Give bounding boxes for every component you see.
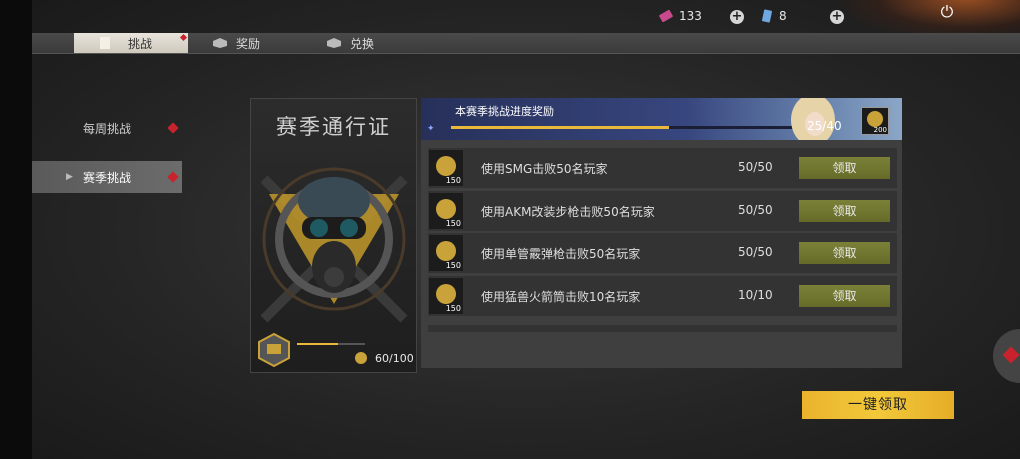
reward-coin-icon: 150 bbox=[429, 235, 463, 271]
list-item: 150 使用AKM改装步枪击败50名玩家 50/50 领取 bbox=[428, 190, 897, 231]
challenge-progress: 10/10 bbox=[738, 287, 773, 302]
banner-reward-badge[interactable]: 200 bbox=[861, 107, 889, 135]
claim-all-button[interactable]: 一键领取 bbox=[802, 391, 954, 419]
banner-progress-text: 25/40 bbox=[807, 119, 842, 133]
currency-ticket-value: 133 bbox=[679, 9, 702, 23]
game-screen: 133 + 8 + ⏻ 挑战 奖励 兑换 每周挑战 ▶ 赛季挑战 赛季通行证 6… bbox=[32, 0, 1020, 459]
tab-exchange[interactable]: 兑换 bbox=[326, 33, 426, 53]
coin-icon bbox=[436, 156, 456, 176]
reward-coin-icon: 150 bbox=[429, 150, 463, 186]
coin-icon bbox=[355, 352, 367, 364]
reward-coin-icon: 150 bbox=[429, 192, 463, 229]
banner-progress-fill bbox=[451, 126, 669, 129]
coin-icon bbox=[436, 283, 456, 304]
reward-coin-icon: 150 bbox=[429, 277, 463, 314]
season-pass-title: 赛季通行证 bbox=[276, 115, 391, 139]
season-pass-progress-fill bbox=[297, 343, 338, 345]
tab-challenge[interactable]: 挑战 bbox=[74, 33, 188, 53]
tab-badge bbox=[179, 33, 188, 42]
tab-challenge-label: 挑战 bbox=[128, 36, 153, 51]
sparkle-icon: ✦ bbox=[427, 124, 435, 134]
card-icon bbox=[762, 9, 772, 23]
claim-button[interactable]: 领取 bbox=[799, 157, 890, 179]
season-progress-banner: ✦ 本赛季挑战进度奖励 25/40 200 bbox=[421, 98, 902, 140]
claim-button[interactable]: 领取 bbox=[799, 284, 890, 307]
coin-icon bbox=[436, 241, 456, 261]
exchange-icon bbox=[327, 38, 341, 48]
list-item: 150 使用SMG击败50名玩家 50/50 领取 bbox=[428, 148, 897, 188]
reward-icon bbox=[213, 38, 227, 48]
currency-card: 8 bbox=[761, 9, 787, 23]
season-pass-card[interactable]: 赛季通行证 60/100 bbox=[250, 98, 417, 373]
challenge-panel: ✦ 本赛季挑战进度奖励 25/40 200 150 使用SMG击败50名玩家 50/… bbox=[421, 98, 902, 368]
ticket-icon bbox=[659, 9, 673, 23]
tab-reward[interactable]: 奖励 bbox=[212, 33, 312, 53]
claim-button[interactable]: 领取 bbox=[799, 199, 890, 222]
season-pass-progress-bar bbox=[297, 343, 365, 345]
gasmask-emblem-image bbox=[260, 167, 408, 323]
list-item: 150 使用单管霰弹枪击败50名玩家 50/50 领取 bbox=[428, 233, 897, 273]
coin-icon bbox=[867, 111, 883, 127]
banner-reward-count: 200 bbox=[873, 126, 887, 134]
challenge-progress: 50/50 bbox=[738, 245, 773, 259]
season-pass-progress-text: 60/100 bbox=[375, 352, 414, 365]
power-icon[interactable]: ⏻ bbox=[938, 2, 956, 21]
sidebar-item-label: 每周挑战 bbox=[82, 121, 131, 136]
add-card-button[interactable]: + bbox=[830, 10, 844, 24]
challenge-progress: 50/50 bbox=[738, 160, 773, 174]
challenge-label: 使用猛兽火箭筒击败10名玩家 bbox=[481, 289, 641, 304]
battle-icon bbox=[100, 37, 110, 49]
challenge-label: 使用SMG击败50名玩家 bbox=[481, 162, 608, 176]
top-bar: 133 + 8 + ⏻ bbox=[32, 0, 1020, 34]
list-item: 150 使用猛兽火箭筒击败10名玩家 10/10 领取 bbox=[428, 275, 897, 316]
add-ticket-button[interactable]: + bbox=[730, 10, 744, 24]
reward-amount: 150 bbox=[445, 303, 461, 313]
list-item-partial bbox=[428, 325, 897, 332]
reward-amount: 150 bbox=[445, 218, 461, 228]
sidebar-badge bbox=[167, 171, 179, 183]
currency-card-value: 8 bbox=[779, 9, 787, 23]
reward-amount: 150 bbox=[445, 176, 461, 185]
rank-badge-icon bbox=[258, 332, 290, 368]
sidebar-item-season[interactable]: ▶ 赛季挑战 bbox=[32, 161, 182, 193]
currency-ticket: 133 bbox=[659, 9, 702, 23]
chevron-right-icon: ▶ bbox=[66, 172, 73, 182]
banner-title: 本赛季挑战进度奖励 bbox=[455, 105, 554, 118]
tab-reward-label: 奖励 bbox=[236, 36, 261, 51]
sidebar-item-weekly[interactable]: 每周挑战 bbox=[32, 112, 182, 144]
tab-exchange-label: 兑换 bbox=[350, 36, 375, 51]
challenge-label: 使用AKM改装步枪击败50名玩家 bbox=[481, 204, 655, 219]
sidebar-item-label: 赛季挑战 bbox=[82, 170, 131, 185]
banner-progress-bar bbox=[451, 126, 799, 129]
challenge-progress: 50/50 bbox=[738, 202, 773, 217]
tab-bar: 挑战 奖励 兑换 bbox=[32, 33, 1020, 54]
coin-icon bbox=[436, 198, 456, 219]
sidebar-badge bbox=[167, 122, 179, 134]
challenge-label: 使用单管霰弹枪击败50名玩家 bbox=[481, 247, 641, 261]
claim-button[interactable]: 领取 bbox=[799, 242, 890, 264]
reward-amount: 150 bbox=[445, 261, 461, 270]
